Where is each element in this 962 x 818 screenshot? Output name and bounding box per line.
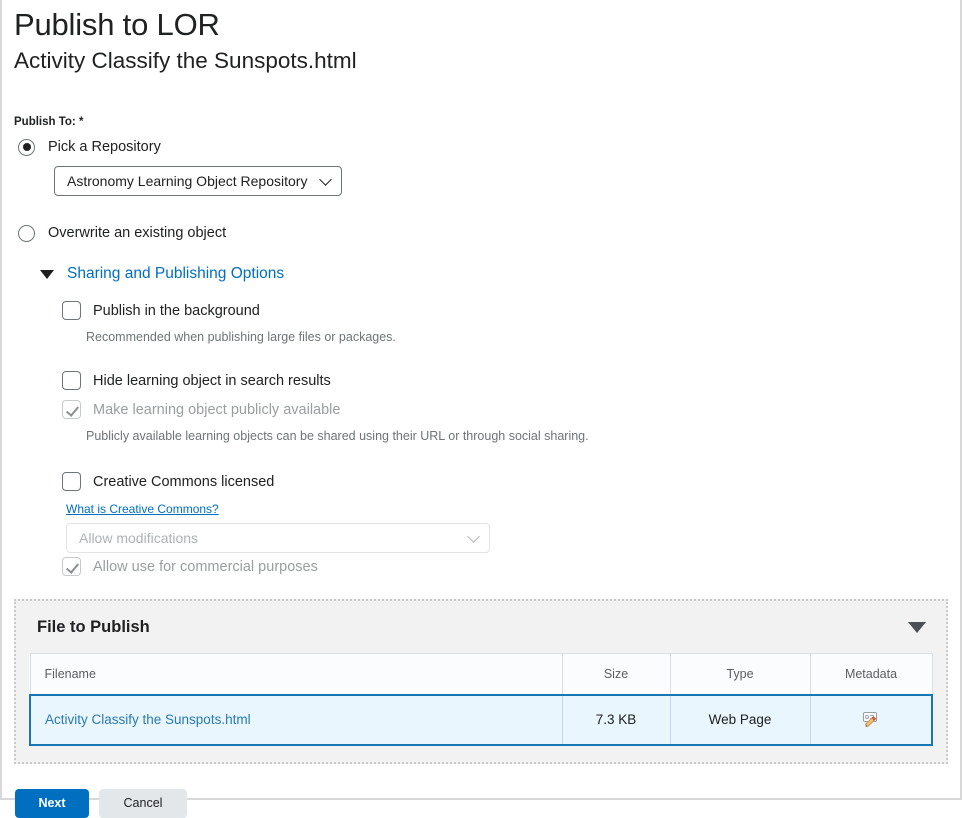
radio-option-pick-a-repository[interactable]: Pick a Repository (14, 138, 948, 156)
column-header-size: Size (561, 653, 671, 695)
repository-select[interactable]: Astronomy Learning Object Repository (54, 166, 343, 196)
checkbox-make-publicly-available[interactable] (62, 400, 81, 419)
table-header-row: Filename Size Type Metadata (29, 653, 933, 695)
sharing-options-disclosure[interactable]: Sharing and Publishing Options (40, 265, 948, 283)
radio-pick-a-repository[interactable] (18, 138, 35, 156)
cc-modifications-select[interactable]: Allow modifications (66, 523, 490, 553)
page-subtitle: Activity Classify the Sunspots.html (14, 48, 357, 73)
checkbox-label-creative-commons-licensed: Creative Commons licensed (93, 473, 275, 490)
checkbox-row-hide-in-search-results[interactable]: Hide learning object in search results (62, 371, 948, 390)
next-button[interactable]: Next (15, 788, 89, 818)
checkbox-publish-in-background[interactable] (62, 301, 81, 320)
file-panel-header[interactable]: File to Publish (29, 615, 933, 653)
cell-type: Web Page (669, 693, 811, 746)
sharing-options-label: Sharing and Publishing Options (67, 265, 285, 282)
triangle-down-icon[interactable] (908, 621, 926, 633)
file-to-publish-panel: File to Publish Filename Size Type Metad… (14, 599, 948, 764)
checkbox-row-publish-in-background[interactable]: Publish in the background (62, 301, 948, 320)
checkbox-label-make-publicly-available: Make learning object publicly available (93, 401, 341, 418)
page-title: Publish to LOR (14, 7, 220, 42)
files-table: Filename Size Type Metadata Activity Cla… (29, 653, 933, 746)
checkbox-label-publish-in-background: Publish in the background (93, 302, 260, 319)
checkbox-row-make-publicly-available[interactable]: Make learning object publicly available (62, 400, 948, 419)
help-text-publish-in-background: Recommended when publishing large files … (86, 330, 396, 344)
checkbox-label-hide-in-search-results: Hide learning object in search results (93, 372, 331, 389)
repository-select-value: Astronomy Learning Object Repository (67, 173, 308, 189)
checkbox-allow-commercial-use[interactable] (62, 557, 81, 576)
cc-modifications-select-value: Allow modifications (79, 530, 199, 546)
column-header-filename: Filename (29, 653, 563, 695)
publish-to-label: Publish To: * (14, 116, 84, 128)
cancel-button[interactable]: Cancel (99, 788, 187, 818)
checkbox-creative-commons-licensed[interactable] (62, 472, 81, 491)
checkbox-row-creative-commons-licensed[interactable]: Creative Commons licensed (62, 472, 948, 491)
radio-label-pick-a-repository: Pick a Repository (48, 139, 161, 155)
cell-filename: Activity Classify the Sunspots.html (29, 693, 563, 746)
column-header-type: Type (669, 653, 811, 695)
triangle-down-icon (40, 269, 54, 279)
what-is-creative-commons-link[interactable]: What is Creative Commons? (66, 502, 219, 517)
radio-overwrite-existing-object[interactable] (18, 224, 35, 242)
column-header-metadata: Metadata (809, 653, 933, 695)
chevron-down-icon (319, 173, 333, 186)
file-link[interactable]: Activity Classify the Sunspots.html (45, 712, 251, 727)
cell-metadata (809, 693, 933, 746)
metadata-edit-icon[interactable] (862, 711, 880, 728)
publish-to-lor-page: Publish to LOR Activity Classify the Sun… (0, 0, 962, 818)
table-row[interactable]: Activity Classify the Sunspots.html 7.3 … (29, 693, 933, 746)
action-button-bar: Next Cancel (15, 788, 960, 818)
cell-size: 7.3 KB (561, 693, 671, 746)
chevron-down-icon (467, 530, 480, 543)
checkbox-hide-in-search-results[interactable] (62, 371, 81, 390)
radio-label-overwrite-existing-object: Overwrite an existing object (48, 225, 227, 241)
help-text-make-publicly-available: Publicly available learning objects can … (86, 429, 589, 443)
file-panel-title: File to Publish (37, 618, 150, 636)
radio-option-overwrite-existing-object[interactable]: Overwrite an existing object (14, 224, 948, 242)
checkbox-label-allow-commercial-use: Allow use for commercial purposes (93, 558, 318, 575)
checkbox-row-allow-commercial-use[interactable]: Allow use for commercial purposes (62, 557, 948, 576)
